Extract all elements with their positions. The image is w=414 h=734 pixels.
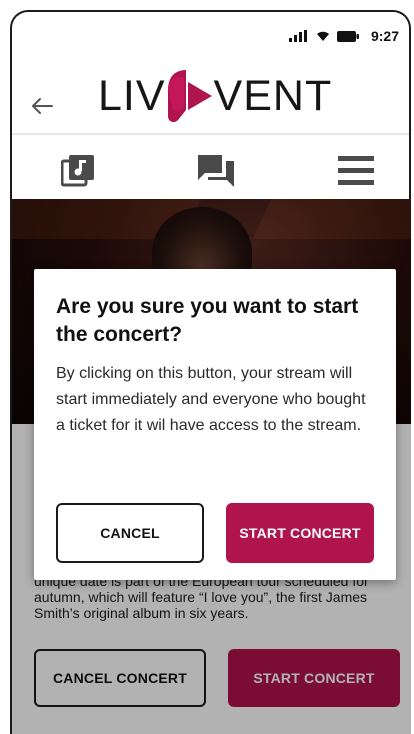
dialog-body: By clicking on this button, your stream … bbox=[56, 365, 366, 434]
status-bar: 9:27 bbox=[12, 12, 409, 56]
logo: LIV VENT bbox=[98, 64, 332, 128]
battery-icon bbox=[336, 30, 359, 42]
app-header: LIV VENT bbox=[12, 56, 409, 134]
tab-bar bbox=[12, 135, 409, 205]
chat-icon bbox=[198, 155, 234, 187]
arrow-left-icon[interactable] bbox=[30, 96, 54, 116]
status-time: 9:27 bbox=[370, 28, 399, 44]
dialog-start-concert-button[interactable]: START CONCERT bbox=[226, 503, 374, 563]
status-icons: 9:27 bbox=[288, 28, 399, 44]
wifi-icon bbox=[316, 31, 329, 41]
music-library-icon bbox=[61, 155, 94, 187]
tab-menu[interactable] bbox=[334, 149, 378, 193]
tab-chat[interactable] bbox=[194, 149, 238, 193]
dialog-cancel-button[interactable]: CANCEL bbox=[56, 503, 204, 563]
logo-mark-icon bbox=[167, 70, 212, 123]
tab-music-library[interactable] bbox=[56, 149, 100, 193]
dialog-title: Are you sure you want to start the conce… bbox=[56, 295, 359, 346]
logo-text-right: VENT bbox=[213, 71, 333, 120]
confirm-dialog: Are you sure you want to start the conce… bbox=[34, 269, 396, 580]
menu-icon bbox=[338, 156, 374, 185]
signal-icon bbox=[288, 30, 307, 42]
logo-text-left: LIV bbox=[98, 71, 166, 120]
